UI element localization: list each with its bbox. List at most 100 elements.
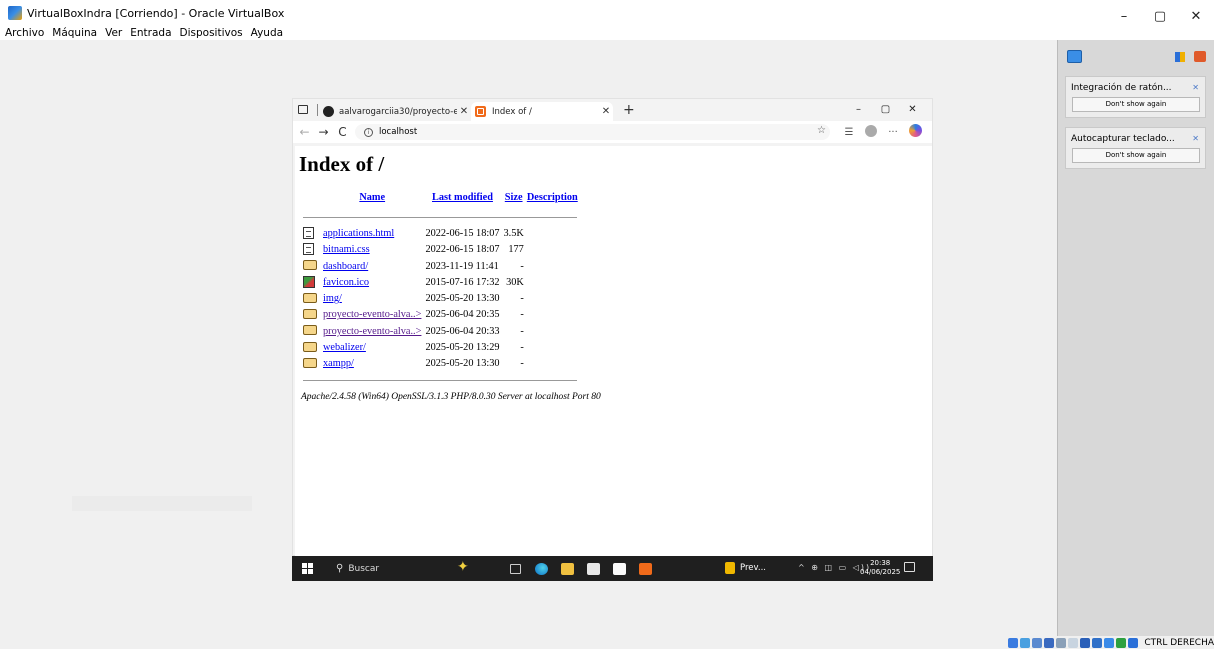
sort-name-link[interactable]: Name [359, 192, 385, 203]
copilot-button[interactable] [904, 124, 926, 140]
start-icon[interactable] [302, 563, 313, 574]
search-icon[interactable]: ⚲ [336, 563, 343, 574]
weather-label[interactable]: Prev... [740, 563, 766, 573]
new-tab-button[interactable]: + [623, 102, 635, 118]
menu-archivo[interactable]: Archivo [5, 27, 44, 39]
tab-index[interactable]: Index of / ✕ [471, 102, 613, 121]
notification-center: Integración de ratón... ✕ Don't show aga… [1057, 40, 1214, 636]
copilot-sparkle-icon[interactable]: ✦ [457, 559, 469, 575]
entry-link[interactable]: applications.html [323, 228, 394, 239]
display-icon[interactable] [1080, 637, 1091, 648]
sort-description-link[interactable]: Description [527, 192, 578, 203]
row-description-cell [526, 258, 579, 274]
taskbar-search[interactable]: Buscar [348, 564, 379, 574]
mouse-capture-icon[interactable] [1128, 637, 1139, 648]
more-icon[interactable]: ··· [882, 127, 904, 138]
taskview-button[interactable] [502, 560, 528, 577]
network-icon[interactable] [1044, 637, 1055, 648]
status-icons [1008, 637, 1140, 648]
taskbar-clock[interactable]: 20:38 04/06/2025 [860, 559, 900, 577]
sort-size-link[interactable]: Size [505, 192, 523, 203]
entry-link[interactable]: xampp/ [323, 358, 354, 369]
optical-drive-icon[interactable] [1020, 637, 1031, 648]
folder-icon [303, 341, 317, 352]
collections-icon[interactable]: ☰ [838, 127, 860, 138]
url-text[interactable]: localhost [379, 127, 417, 137]
row-modified-cell: 2023-11-19 11:41 [425, 260, 499, 272]
address-bar[interactable]: i localhost ☆ [355, 124, 830, 140]
tab-separator [317, 104, 318, 116]
menu-dispositivos[interactable]: Dispositivos [180, 27, 243, 39]
notification-center-icon[interactable] [1067, 50, 1082, 63]
row-modified-cell: 2025-05-20 13:29 [425, 342, 500, 354]
guest-additions-icon[interactable] [1116, 637, 1127, 648]
cpu-icon[interactable] [1104, 637, 1115, 648]
edge-button[interactable] [528, 560, 554, 577]
github-icon [323, 106, 334, 117]
favorite-star-icon[interactable]: ☆ [817, 125, 826, 136]
notice-title: Autocapturar teclado... [1071, 134, 1175, 144]
tab-close-icon[interactable]: ✕ [457, 106, 471, 117]
mail-button[interactable] [606, 560, 632, 577]
dont-show-again-button[interactable]: Don't show again [1072, 148, 1200, 163]
host-close-button[interactable]: ✕ [1178, 0, 1214, 26]
tab-github[interactable]: aalvarogarciia30/proyecto-evento ✕ [323, 102, 471, 121]
entry-link[interactable]: dashboard/ [323, 261, 368, 272]
sort-modified-link[interactable]: Last modified [432, 192, 493, 203]
entry-link[interactable]: bitnami.css [323, 244, 370, 255]
listing-row: webalizer/2025-05-20 13:29 - [301, 339, 579, 355]
xampp-button[interactable] [632, 560, 658, 577]
store-button[interactable] [580, 560, 606, 577]
hdd-icon[interactable] [1008, 637, 1019, 648]
desktop-ghost-element [72, 496, 252, 511]
entry-link[interactable]: webalizer/ [323, 342, 366, 353]
usb-icon[interactable] [1056, 637, 1067, 648]
listing-row: bitnami.css 2022-06-15 18:07 177 [301, 242, 579, 258]
entry-link[interactable]: proyecto-evento-alva..> [323, 309, 421, 320]
menu-ayuda[interactable]: Ayuda [251, 27, 283, 39]
host-minimize-button[interactable]: – [1106, 0, 1142, 26]
host-menubar: Archivo Máquina Ver Entrada Dispositivos… [0, 26, 1214, 40]
row-icon-cell [301, 225, 321, 241]
menu-entrada[interactable]: Entrada [130, 27, 171, 39]
menu-ver[interactable]: Ver [105, 27, 122, 39]
notice-close-icon[interactable]: ✕ [1192, 83, 1199, 92]
clock-date: 04/06/2025 [860, 568, 901, 576]
profile-button[interactable] [860, 124, 882, 140]
browser-minimize-button[interactable]: – [845, 102, 872, 118]
forward-button[interactable]: → [316, 125, 331, 139]
audio-icon[interactable] [1032, 637, 1043, 648]
listing-row: xampp/2025-05-20 13:30 - [301, 356, 579, 372]
reload-button[interactable]: C [335, 125, 350, 139]
shared-folders-icon[interactable] [1068, 637, 1079, 648]
panel-order-icon[interactable] [1175, 52, 1185, 62]
row-name-cell: proyecto-evento-alva..> [321, 307, 423, 323]
browser-maximize-button[interactable]: ▢ [872, 102, 899, 118]
entry-link[interactable]: img/ [323, 293, 342, 304]
notification-icon[interactable] [904, 562, 915, 572]
host-window-controls: – ▢ ✕ [1106, 0, 1214, 26]
row-size-cell: - [520, 358, 524, 370]
virtualbox-icon [8, 6, 22, 20]
browser-close-button[interactable]: ✕ [899, 102, 926, 118]
menu-maquina[interactable]: Máquina [52, 27, 97, 39]
xampp-icon [475, 106, 486, 117]
notice-close-icon[interactable]: ✕ [1192, 134, 1199, 143]
folder-icon [303, 260, 317, 271]
explorer-button[interactable] [554, 560, 580, 577]
host-maximize-button[interactable]: ▢ [1142, 0, 1178, 26]
entry-link[interactable]: proyecto-evento-alva..> [323, 326, 421, 337]
tab-close-icon[interactable]: ✕ [599, 106, 613, 117]
tab-actions-icon[interactable] [298, 105, 308, 114]
site-info-icon[interactable]: i [364, 127, 373, 137]
dont-show-again-button[interactable]: Don't show again [1072, 97, 1200, 112]
recording-icon[interactable] [1092, 637, 1103, 648]
row-size-cell: 30K [506, 276, 524, 288]
panel-clear-icon[interactable] [1194, 51, 1206, 62]
back-button[interactable]: ← [297, 125, 312, 139]
row-modified-cell: 2015-07-16 17:32 [425, 276, 500, 288]
weather-icon[interactable] [725, 562, 735, 574]
row-description-cell [526, 339, 579, 355]
row-icon-cell [301, 356, 321, 372]
entry-link[interactable]: favicon.ico [323, 277, 369, 288]
